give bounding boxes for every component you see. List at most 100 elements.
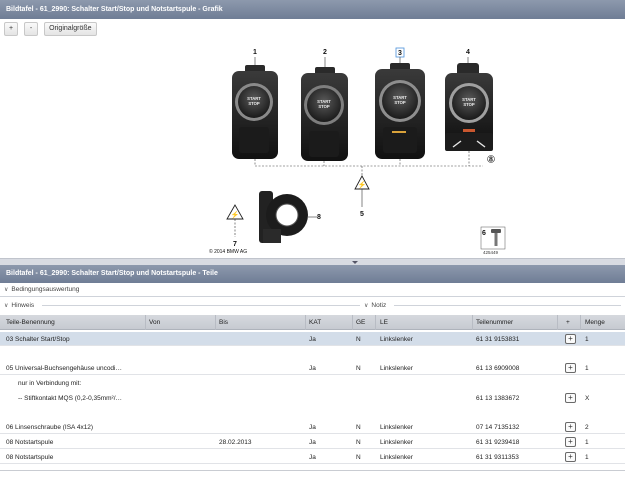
cell-kat: Ja xyxy=(309,454,316,461)
add-to-cart-icon[interactable]: + xyxy=(565,437,576,447)
add-to-cart-icon[interactable]: + xyxy=(565,452,576,462)
cell-le: Linkslenker xyxy=(380,454,413,461)
parts-table-header: Teile-Benennung Von Bis KAT GE LE Teilen… xyxy=(0,315,625,330)
warning-triangle-icon: ⚡ xyxy=(226,204,244,237)
switch-part-2[interactable]: START STOP xyxy=(301,57,348,161)
add-to-cart-icon[interactable]: + xyxy=(565,422,576,432)
cell-name: nur in Verbindung mit: xyxy=(18,380,82,387)
graphic-panel-title: Bildtafel - 61_2990: Schalter Start/Stop… xyxy=(0,0,625,19)
cell-kat: Ja xyxy=(309,365,316,372)
cell-le: Linkslenker xyxy=(380,336,413,343)
cell-name: -- Stiftkontakt MQS (0,2-0,35mm²/… xyxy=(18,395,123,402)
cell-ge: N xyxy=(356,439,361,446)
chevron-down-icon: ∨ xyxy=(4,286,9,293)
col-header-partnumber[interactable]: Teilenummer xyxy=(476,319,513,326)
button-label-stop: STOP xyxy=(463,102,475,107)
emergency-start-coil-part[interactable] xyxy=(259,191,317,243)
cell-partno: 61 13 1383672 xyxy=(476,395,520,402)
table-row[interactable]: -- Stiftkontakt MQS (0,2-0,35mm²/… 61 13 … xyxy=(0,391,625,405)
chevron-down-icon: ∨ xyxy=(4,302,9,309)
hint-label: Hinweis xyxy=(11,301,35,309)
figure-id: 425449 xyxy=(483,250,499,255)
add-to-cart-icon[interactable]: + xyxy=(565,363,576,373)
col-header-to[interactable]: Bis xyxy=(219,319,228,326)
col-header-le[interactable]: LE xyxy=(380,319,388,326)
col-header-kat[interactable]: KAT xyxy=(309,319,321,326)
cell-name: 03 Schalter Start/Stop xyxy=(6,336,70,343)
col-header-name[interactable]: Teile-Benennung xyxy=(6,319,55,326)
callout-8[interactable]: 8 xyxy=(317,214,321,221)
cell-le: Linkslenker xyxy=(380,424,413,431)
note-label: Notiz xyxy=(371,301,387,309)
switch-part-3[interactable]: START STOP xyxy=(375,47,425,159)
cell-partno: 61 31 9239418 xyxy=(476,439,520,446)
cell-ge: N xyxy=(356,424,361,431)
svg-text:⚡: ⚡ xyxy=(358,180,367,189)
switch-part-1[interactable]: START STOP xyxy=(232,57,278,159)
cell-partno: 61 31 9311353 xyxy=(476,454,519,461)
panel-splitter[interactable] xyxy=(0,258,625,265)
hint-toggle[interactable]: ∨ Hinweis xyxy=(4,300,34,310)
conditions-toggle[interactable]: ∨ Bedingungsauswertung xyxy=(4,284,79,294)
callout-4[interactable]: 4 xyxy=(466,49,470,56)
callout-1[interactable]: 1 xyxy=(253,49,257,56)
svg-text:⚡: ⚡ xyxy=(231,210,240,219)
cell-kat: Ja xyxy=(309,439,316,446)
parts-panel-title: Bildtafel - 61_2990: Schalter Start/Stop… xyxy=(0,265,625,283)
cell-le: Linkslenker xyxy=(380,439,413,446)
cell-qty: 1 xyxy=(585,336,589,343)
callout-3[interactable]: 3 xyxy=(398,50,402,57)
callout-2[interactable]: 2 xyxy=(323,49,327,56)
cell-name: 08 Notstartspule xyxy=(6,454,54,461)
divider xyxy=(42,305,360,306)
cell-partno: 61 13 6909008 xyxy=(476,365,520,372)
cell-name: 08 Notstartspule xyxy=(6,439,54,446)
button-label-stop: STOP xyxy=(394,100,406,105)
add-to-cart-icon[interactable]: + xyxy=(565,334,576,344)
cell-ge: N xyxy=(356,365,361,372)
cell-qty: 1 xyxy=(585,365,589,372)
table-row[interactable]: 08 Notstartspule Ja N Linkslenker 61 31 9311… xyxy=(0,450,625,464)
cell-qty: 1 xyxy=(585,454,589,461)
parts-diagram[interactable]: START STOP START STOP START STOP START S… xyxy=(195,45,515,263)
divider xyxy=(394,305,621,306)
collapse-arrow-icon[interactable] xyxy=(352,261,358,264)
zoom-out-button[interactable]: - xyxy=(24,22,39,36)
col-header-from[interactable]: Von xyxy=(149,319,160,326)
table-row[interactable]: 05 Universal-Buchsengehäuse uncodi… Ja N Li… xyxy=(0,361,625,375)
conditions-label: Bedingungsauswertung xyxy=(11,285,80,293)
callout-7[interactable]: 7 xyxy=(233,241,237,248)
col-header-add[interactable]: + xyxy=(566,319,570,326)
cell-qty: X xyxy=(585,395,590,402)
cell-partno: 61 31 9153831 xyxy=(476,336,520,343)
table-row[interactable]: 06 Linsenschraube (ISA 4x12) Ja N Linkslenk… xyxy=(0,420,625,434)
col-header-ge[interactable]: GE xyxy=(356,319,365,326)
callout-6[interactable]: 6 xyxy=(482,230,486,237)
cell-name: 06 Linsenschraube (ISA 4x12) xyxy=(6,424,94,431)
button-label-stop: STOP xyxy=(318,104,330,109)
divider xyxy=(0,296,625,297)
table-row[interactable]: 03 Schalter Start/Stop Ja N Linkslenker 61 3… xyxy=(0,332,625,346)
cell-ge: N xyxy=(356,454,361,461)
cell-qty: 2 xyxy=(585,424,589,431)
note-toggle[interactable]: ∨ Notiz xyxy=(364,300,386,310)
chevron-down-icon: ∨ xyxy=(364,302,369,309)
table-row[interactable]: 08 Notstartspule 28.02.2013 Ja N Linkslenker… xyxy=(0,435,625,449)
callout-5[interactable]: 5 xyxy=(360,211,364,218)
add-to-cart-icon[interactable]: + xyxy=(565,393,576,403)
cell-kat: Ja xyxy=(309,424,316,431)
cell-bis: 28.02.2013 xyxy=(219,439,252,446)
button-label-stop: STOP xyxy=(248,101,260,106)
zoom-in-button[interactable]: + xyxy=(4,22,19,36)
copyright-text: © 2014 BMW AG xyxy=(209,248,247,255)
original-size-button[interactable]: Originalgröße xyxy=(44,22,97,36)
divider xyxy=(0,470,625,471)
cell-partno: 07 14 7135132 xyxy=(476,424,520,431)
callout-8-circle-label[interactable]: 8 xyxy=(489,157,493,164)
warning-triangle-icon: ⚡ xyxy=(354,175,370,207)
cell-le: Linkslenker xyxy=(380,365,413,372)
cell-ge: N xyxy=(356,336,361,343)
switch-part-4[interactable]: START STOP xyxy=(445,57,493,151)
col-header-quantity[interactable]: Menge xyxy=(585,319,605,326)
table-row[interactable]: nur in Verbindung mit: xyxy=(0,376,625,390)
